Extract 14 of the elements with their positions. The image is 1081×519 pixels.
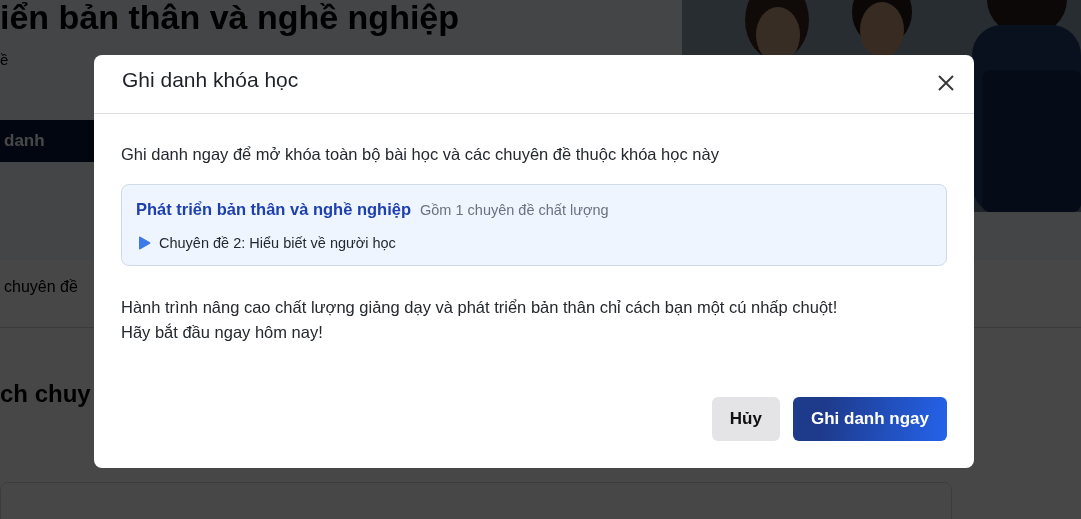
- section-heading: ch chuy: [0, 380, 92, 408]
- close-button[interactable]: [936, 73, 956, 93]
- dialog-message: Hành trình nâng cao chất lượng giảng dạy và phát triển bản thân chỉ cách bạn một cú nhấp chuột! Hãy bắt đầu ngay hôm nay!: [121, 297, 839, 343]
- play-icon: [138, 236, 151, 250]
- course-heading: iển bản thân và nghề nghiệp: [0, 0, 460, 37]
- dialog-title: Ghi danh khóa học: [122, 68, 299, 92]
- enroll-now-button[interactable]: Ghi danh ngay: [792, 397, 947, 441]
- cancel-button[interactable]: Hủy: [711, 397, 780, 441]
- dialog-intro: Ghi danh ngay để mở khóa toàn bộ bài học và các chuyên đề thuộc khóa học này: [121, 144, 720, 164]
- close-icon: [938, 75, 954, 91]
- course-meta: ề: [0, 51, 9, 68]
- topic-title: Chuyên đề 2: Hiểu biết về người học: [159, 235, 396, 251]
- course-title: Phát triển bản thân và nghề nghiệp: [136, 200, 412, 219]
- course-summary: Gồm 1 chuyên đề chất lượng: [420, 202, 609, 218]
